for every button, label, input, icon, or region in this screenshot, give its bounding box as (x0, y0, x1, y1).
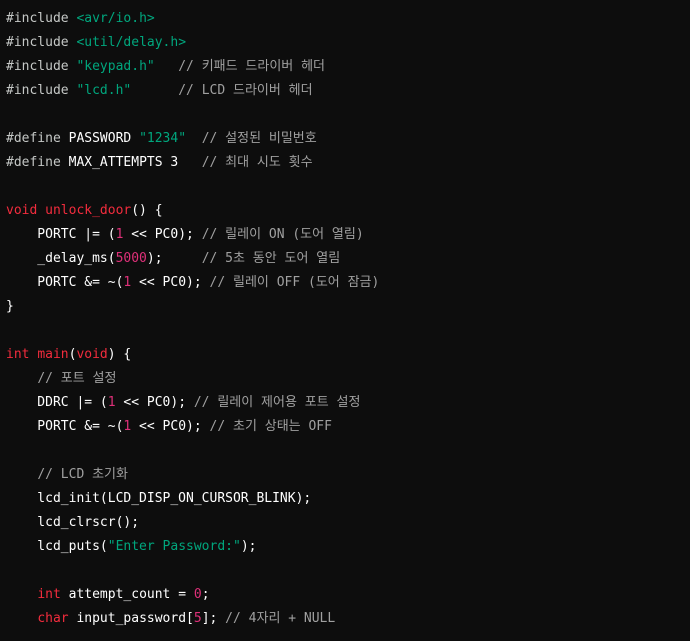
code-token-plain: lcd_clrscr(); (6, 515, 140, 530)
code-token-directive: #define (6, 155, 61, 170)
code-line: ​ (6, 439, 690, 463)
code-token-string: <util/delay.h> (76, 35, 187, 50)
code-line: // LCD 초기화 (6, 463, 690, 487)
code-token-directive: #define (6, 131, 61, 146)
code-token-plain: attempt_count = (60, 587, 194, 602)
code-token-comment: // 최대 시도 횟수 (201, 155, 313, 170)
code-token-plain: _delay_ms( (6, 251, 116, 266)
code-token-keyword: char (37, 611, 69, 626)
code-token-directive: #include (6, 83, 69, 98)
code-token-plain: << PC0); (131, 275, 210, 290)
code-token-directive: #include (6, 11, 69, 26)
code-line: PORTC &= ~(1 << PC0); // 릴레이 OFF (도어 잠금) (6, 271, 690, 295)
code-line: PORTC |= (1 << PC0); // 릴레이 ON (도어 열림) (6, 223, 690, 247)
code-token-plain: MAX_ATTEMPTS 3 (60, 155, 202, 170)
code-token-comment: // 4자리 + NULL (225, 611, 336, 626)
code-token-comment: // 초기 상태는 OFF (209, 419, 332, 434)
code-token-string: "keypad.h" (76, 59, 155, 74)
code-token-plain: } (6, 299, 14, 314)
code-line: #define MAX_ATTEMPTS 3 // 최대 시도 횟수 (6, 151, 690, 175)
code-token-keyword: void (6, 203, 38, 218)
code-line: lcd_init(LCD_DISP_ON_CURSOR_BLINK); (6, 487, 690, 511)
code-token-keyword: int (37, 587, 61, 602)
code-token-plain: PORTC &= ~( (6, 275, 124, 290)
code-token-plain: ) { (107, 347, 132, 362)
code-token-plain: () { (131, 203, 163, 218)
code-token-keyword: main (37, 347, 69, 362)
code-line: // 포트 설정 (6, 367, 690, 391)
code-token-plain: << PC0); (123, 227, 202, 242)
code-line: _delay_ms(5000); // 5초 동안 도어 열림 (6, 247, 690, 271)
code-token-comment: // 설정된 비밀번호 (201, 131, 317, 146)
code-editor: #include <avr/io.h> #include <util/delay.… (0, 0, 690, 641)
code-line: #include <avr/io.h> (6, 7, 690, 31)
code-line: ​ (6, 175, 690, 199)
code-token-number: 5 (193, 611, 202, 626)
code-token-plain: << PC0); (115, 395, 194, 410)
code-line: int main(void) { (6, 343, 690, 367)
code-line: PORTC &= ~(1 << PC0); // 초기 상태는 OFF (6, 415, 690, 439)
code-line: char input_password[5]; // 4자리 + NULL (6, 607, 690, 631)
code-token-number: 0 (193, 587, 202, 602)
code-line: void unlock_door() { (6, 199, 690, 223)
code-line: lcd_clrscr(); (6, 511, 690, 535)
code-line: #include "lcd.h" // LCD 드라이버 헤더 (6, 79, 690, 103)
code-token-plain: DDRC |= ( (6, 395, 108, 410)
code-line: lcd_puts("Enter Password:"); (6, 535, 690, 559)
code-line: } (6, 295, 690, 319)
code-line: ​ (6, 319, 690, 343)
code-token-number: 5000 (115, 251, 147, 266)
code-token-string: "lcd.h" (76, 83, 132, 98)
code-token-plain: PASSWORD (60, 131, 140, 146)
code-token-directive: #include (6, 35, 69, 50)
code-token-plain: input_password[ (68, 611, 194, 626)
code-token-plain: ); (240, 539, 257, 554)
code-line: ​ (6, 559, 690, 583)
code-line: #define PASSWORD "1234" // 설정된 비밀번호 (6, 127, 690, 151)
code-token-string: "1234" (139, 131, 187, 146)
code-token-comment: // 릴레이 ON (도어 열림) (201, 227, 364, 242)
code-token-keyword: int (6, 347, 30, 362)
code-token-keyword: void (76, 347, 108, 362)
code-token-number: 1 (107, 395, 116, 410)
code-token-comment: // LCD 드라이버 헤더 (178, 83, 313, 98)
code-token-plain: lcd_puts( (6, 539, 108, 554)
code-line: DDRC |= (1 << PC0); // 릴레이 제어용 포트 설정 (6, 391, 690, 415)
code-token-plain: lcd_init(LCD_DISP_ON_CURSOR_BLINK); (6, 491, 312, 506)
code-token-comment: // LCD 초기화 (37, 467, 128, 482)
code-token-comment: // 릴레이 OFF (도어 잠금) (209, 275, 380, 290)
code-token-keyword: unlock_door (45, 203, 132, 218)
code-token-string: <avr/io.h> (76, 11, 155, 26)
code-token-plain: ]; (201, 611, 226, 626)
code-token-plain: PORTC |= ( (6, 227, 116, 242)
code-token-directive: #include (6, 59, 69, 74)
code-token-comment: // 키패드 드라이버 헤더 (178, 59, 325, 74)
code-line: ​ (6, 103, 690, 127)
code-token-comment: // 릴레이 제어용 포트 설정 (193, 395, 361, 410)
code-token-string: "Enter Password:" (107, 539, 241, 554)
code-line: #include "keypad.h" // 키패드 드라이버 헤더 (6, 55, 690, 79)
code-token-comment: // 5초 동안 도어 열림 (201, 251, 341, 266)
code-token-plain: ); (146, 251, 202, 266)
code-token-plain: << PC0); (131, 419, 210, 434)
code-token-comment: // 포트 설정 (37, 371, 117, 386)
code-line: #include <util/delay.h> (6, 31, 690, 55)
code-line: int attempt_count = 0; (6, 583, 690, 607)
code-token-plain: ; (201, 587, 210, 602)
code-token-plain: PORTC &= ~( (6, 419, 124, 434)
